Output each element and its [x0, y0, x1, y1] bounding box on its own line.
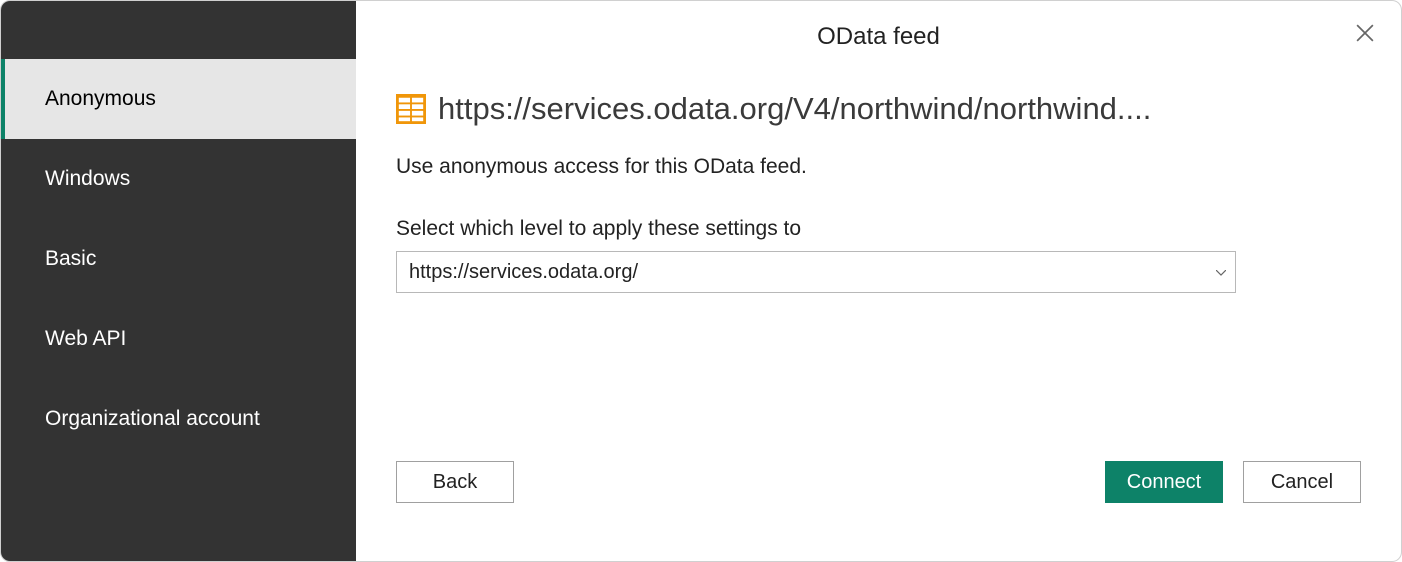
feed-url: https://services.odata.org/V4/northwind/…	[438, 91, 1151, 127]
main-panel: OData feed https://services.odata.org/V4…	[356, 1, 1401, 561]
sidebar-item-label: Windows	[45, 167, 130, 191]
level-select-wrap: https://services.odata.org/	[396, 251, 1236, 293]
level-label: Select which level to apply these settin…	[396, 217, 1361, 241]
dialog-title: OData feed	[396, 1, 1361, 51]
sidebar-item-label: Anonymous	[45, 87, 156, 111]
level-select-value: https://services.odata.org/	[409, 261, 638, 284]
back-button[interactable]: Back	[396, 461, 514, 503]
button-label: Connect	[1127, 471, 1202, 494]
footer-right: Connect Cancel	[1105, 461, 1361, 503]
odata-auth-dialog: Anonymous Windows Basic Web API Organiza…	[0, 0, 1402, 562]
close-button[interactable]	[1351, 19, 1379, 47]
sidebar-item-basic[interactable]: Basic	[1, 219, 356, 299]
sidebar-item-label: Organizational account	[45, 407, 260, 431]
connect-button[interactable]: Connect	[1105, 461, 1223, 503]
close-icon	[1356, 24, 1374, 42]
button-label: Cancel	[1271, 471, 1333, 494]
auth-method-sidebar: Anonymous Windows Basic Web API Organiza…	[1, 1, 356, 561]
sidebar-item-webapi[interactable]: Web API	[1, 299, 356, 379]
sidebar-item-anonymous[interactable]: Anonymous	[1, 59, 356, 139]
sidebar-item-organizational[interactable]: Organizational account	[1, 379, 356, 459]
auth-description: Use anonymous access for this OData feed…	[396, 155, 1361, 179]
feed-url-row: https://services.odata.org/V4/northwind/…	[396, 91, 1361, 127]
cancel-button[interactable]: Cancel	[1243, 461, 1361, 503]
level-select[interactable]: https://services.odata.org/	[396, 251, 1236, 293]
dialog-footer: Back Connect Cancel	[396, 461, 1361, 503]
sidebar-item-label: Web API	[45, 327, 126, 351]
sidebar-item-label: Basic	[45, 247, 96, 271]
odata-feed-icon	[396, 94, 426, 124]
sidebar-item-windows[interactable]: Windows	[1, 139, 356, 219]
button-label: Back	[433, 471, 477, 494]
